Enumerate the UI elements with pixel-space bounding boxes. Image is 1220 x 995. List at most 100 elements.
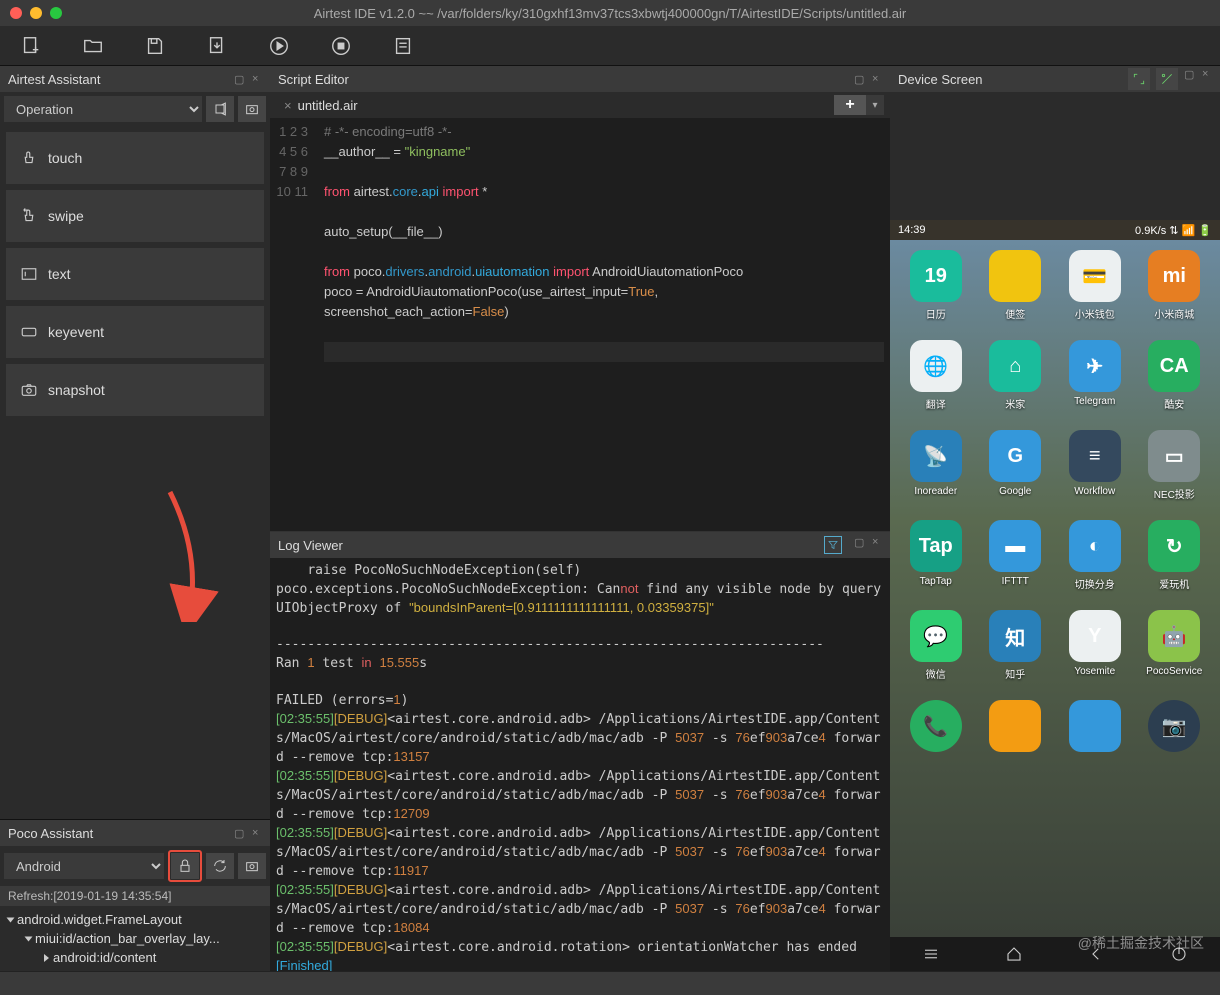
tree-row[interactable]: miui:id/action_bar_overlay_lay... [8, 929, 262, 948]
operation-select[interactable]: Operation [4, 96, 202, 122]
record-button[interactable] [206, 96, 234, 122]
export-icon[interactable] [206, 35, 228, 57]
app-label: Telegram [1074, 396, 1115, 407]
report-icon[interactable] [392, 35, 414, 57]
app-Workflow[interactable]: ≡Workflow [1057, 430, 1133, 516]
panel-dock-icon[interactable]: ▢ [234, 73, 246, 85]
app-icon [1069, 700, 1121, 752]
panel-close-icon[interactable]: × [872, 73, 884, 85]
app-label: Workflow [1074, 486, 1115, 497]
panel-dock-icon[interactable]: ▢ [854, 73, 866, 85]
app-icon: 19 [910, 250, 962, 302]
panel-close-icon[interactable]: × [252, 827, 264, 839]
log-filter-button[interactable] [824, 536, 842, 554]
panel-close-icon[interactable]: × [252, 73, 264, 85]
app-TapTap[interactable]: TapTapTap [898, 520, 974, 606]
app-icon: ▭ [1148, 430, 1200, 482]
app-小米商城[interactable]: mi小米商城 [1137, 250, 1213, 336]
app-dock[interactable]: 📷 [1137, 700, 1213, 786]
stop-icon[interactable] [330, 35, 352, 57]
app-label: Yosemite [1074, 666, 1115, 677]
panel-close-icon[interactable]: × [872, 536, 884, 548]
play-icon[interactable] [268, 35, 290, 57]
tree-toggle-icon[interactable] [25, 936, 33, 941]
log-output[interactable]: raise PocoNoSuchNodeException(self) poco… [270, 558, 890, 971]
app-小米钱包[interactable]: 💳小米钱包 [1057, 250, 1133, 336]
app-酷安[interactable]: CA酷安 [1137, 340, 1213, 426]
app-dock[interactable] [1057, 700, 1133, 786]
minimize-window-button[interactable] [30, 7, 42, 19]
app-知乎[interactable]: 知知乎 [978, 610, 1054, 696]
new-file-icon[interactable] [20, 35, 42, 57]
maximize-window-button[interactable] [50, 7, 62, 19]
tree-label: miui:id/action_bar_overlay_lay... [35, 931, 220, 946]
app-icon: 💬 [910, 610, 962, 662]
open-folder-icon[interactable] [82, 35, 104, 57]
app-Telegram[interactable]: ✈Telegram [1057, 340, 1133, 426]
close-window-button[interactable] [10, 7, 22, 19]
tree-toggle-icon[interactable] [44, 954, 49, 962]
app-PocoService[interactable]: 🤖PocoService [1137, 610, 1213, 696]
action-label: snapshot [48, 382, 105, 398]
app-label: PocoService [1146, 666, 1202, 677]
app-爱玩机[interactable]: ↻爱玩机 [1137, 520, 1213, 606]
poco-lock-button[interactable] [171, 853, 199, 879]
tree-row[interactable]: android.widget.FrameLayout [8, 910, 262, 929]
app-icon: 📞 [910, 700, 962, 752]
app-icon: Y [1069, 610, 1121, 662]
app-dock[interactable]: 📞 [898, 700, 974, 786]
poco-inspect-button[interactable] [238, 853, 266, 879]
poco-platform-select[interactable]: Android [4, 853, 164, 879]
app-dock[interactable] [978, 700, 1054, 786]
panel-dock-icon[interactable]: ▢ [854, 536, 866, 548]
app-米家[interactable]: ⌂米家 [978, 340, 1054, 426]
app-label: Inoreader [914, 486, 957, 497]
action-snapshot[interactable]: snapshot [6, 364, 264, 416]
tab-dropdown-button[interactable]: ▾ [866, 95, 884, 115]
action-swipe[interactable]: swipe [6, 190, 264, 242]
save-icon[interactable] [144, 35, 166, 57]
assistant-title: Airtest Assistant [8, 72, 100, 87]
phone-home-icon[interactable] [1005, 945, 1023, 963]
device-screen[interactable]: 14:39 0.9K/s ⇅ 📶 🔋 19日历便签💳小米钱包mi小米商城🌐翻译⌂… [890, 220, 1220, 971]
tree-row[interactable]: android:id/content [8, 948, 262, 967]
editor-tab[interactable]: × untitled.air [276, 98, 366, 113]
app-icon: ▬ [989, 520, 1041, 572]
poco-tree[interactable]: android.widget.FrameLayout miui:id/action… [0, 906, 270, 971]
app-日历[interactable]: 19日历 [898, 250, 974, 336]
action-text[interactable]: text [6, 248, 264, 300]
panel-close-icon[interactable]: × [1202, 68, 1214, 80]
code-editor[interactable]: 1 2 3 4 5 6 7 8 9 10 11 # -*- encoding=u… [270, 118, 890, 531]
app-切换分身[interactable]: ◐切换分身 [1057, 520, 1133, 606]
device-tools-button[interactable] [1156, 68, 1178, 90]
app-Google[interactable]: GGoogle [978, 430, 1054, 516]
app-NEC投影[interactable]: ▭ NEC投影 [1137, 430, 1213, 516]
app-微信[interactable]: 💬微信 [898, 610, 974, 696]
app-icon: 知 [989, 610, 1041, 662]
new-tab-button[interactable]: + [834, 95, 866, 115]
panel-dock-icon[interactable]: ▢ [234, 827, 246, 839]
app-翻译[interactable]: 🌐翻译 [898, 340, 974, 426]
action-touch[interactable]: touch [6, 132, 264, 184]
app-label: TapTap [920, 576, 952, 587]
app-label: 知乎 [1005, 666, 1025, 681]
poco-panel-header: Poco Assistant ▢× [0, 820, 270, 846]
app-便签[interactable]: 便签 [978, 250, 1054, 336]
app-label: NEC投影 [1154, 486, 1195, 501]
action-keyevent[interactable]: keyevent [6, 306, 264, 358]
tree-toggle-icon[interactable] [7, 917, 15, 922]
device-expand-button[interactable] [1128, 68, 1150, 90]
app-icon [989, 250, 1041, 302]
capture-button[interactable] [238, 96, 266, 122]
app-icon: ↻ [1148, 520, 1200, 572]
app-icon [989, 700, 1041, 752]
phone-menu-icon[interactable] [922, 945, 940, 963]
app-IFTTT[interactable]: ▬IFTTT [978, 520, 1054, 606]
tab-close-icon[interactable]: × [284, 98, 292, 113]
app-icon: 🌐 [910, 340, 962, 392]
app-Inoreader[interactable]: 📡Inoreader [898, 430, 974, 516]
panel-dock-icon[interactable]: ▢ [1184, 68, 1196, 80]
app-Yosemite[interactable]: Y Yosemite [1057, 610, 1133, 696]
poco-refresh-button[interactable] [206, 853, 234, 879]
log-panel-header: Log Viewer ▢× [270, 532, 890, 558]
